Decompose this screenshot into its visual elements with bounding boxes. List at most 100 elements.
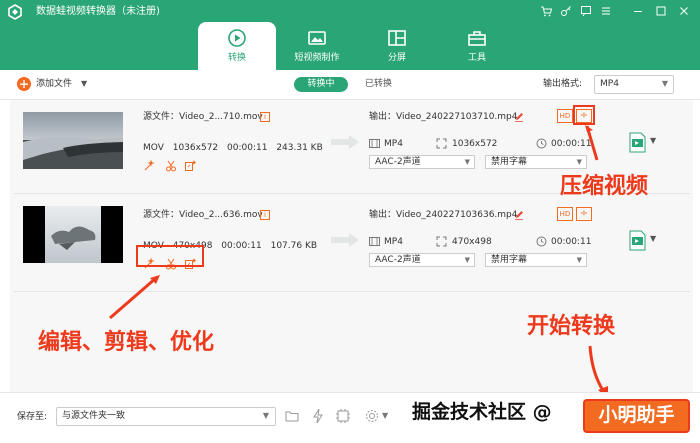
clock-icon <box>536 138 547 149</box>
scissors-icon[interactable] <box>165 160 177 172</box>
tab-short-video[interactable]: 短视频制作 <box>278 22 356 70</box>
converting-tab[interactable]: 转换中 <box>294 77 348 92</box>
chevron-down-icon: ▼ <box>661 79 668 88</box>
tab-split-screen[interactable]: 分屏 <box>358 22 436 70</box>
resolution-icon <box>436 236 447 247</box>
convert-arrow-icon <box>331 135 359 149</box>
mp4-format-icon[interactable] <box>629 230 646 251</box>
compress-icon[interactable]: ÷ <box>576 207 592 221</box>
info-icon[interactable]: i <box>260 112 270 122</box>
maximize-icon[interactable] <box>653 3 669 19</box>
info-icon[interactable]: i <box>260 210 270 220</box>
source-duration: 00:00:11 <box>227 143 268 153</box>
source-size: 107.76 KB <box>270 241 318 251</box>
source-meta: MOV 1036x572 00:00:11 243.31 KB <box>143 142 329 154</box>
app-title: 数据蛙视频转换器（未注册) <box>36 6 160 17</box>
source-size: 243.31 KB <box>276 143 323 153</box>
output-format-value: MP4 <box>600 79 619 89</box>
app-logo-icon <box>8 4 22 20</box>
watermark-text: 掘金技术社区 @ <box>412 401 552 423</box>
video-thumbnail[interactable] <box>23 112 123 169</box>
minimize-icon[interactable] <box>630 3 646 19</box>
compress-highlight-box <box>573 105 595 125</box>
close-icon[interactable] <box>676 3 692 19</box>
source-resolution: 1036x572 <box>172 143 219 153</box>
start-convert-button[interactable]: 小明助手 <box>583 399 690 433</box>
rename-pen-icon[interactable] <box>514 111 524 122</box>
tab-convert[interactable]: 转换 <box>198 22 276 70</box>
short-video-icon <box>308 31 326 45</box>
edit-annotation: 编辑、剪辑、优化 <box>38 330 215 355</box>
folder-icon[interactable] <box>284 408 300 424</box>
thumbnail-image <box>45 206 101 263</box>
subtitle-value: 禁用字幕 <box>491 157 528 167</box>
video-thumbnail[interactable] <box>23 206 123 263</box>
convert-arrow-icon <box>331 233 359 247</box>
mp4-format-icon[interactable] <box>629 132 646 153</box>
output-format: MP4 <box>384 237 403 247</box>
source-file-name: 源文件：Video_2...710.mov <box>143 112 263 122</box>
clock-icon <box>536 236 547 247</box>
hardware-acceleration-icon[interactable] <box>310 408 326 424</box>
convert-icon <box>228 29 246 47</box>
toolbox-icon <box>468 31 486 46</box>
tab-convert-label: 转换 <box>227 53 246 63</box>
chevron-down-icon: ▼ <box>576 256 582 264</box>
gpu-icon[interactable] <box>335 408 351 424</box>
converted-tab[interactable]: 已转换 <box>365 77 392 92</box>
tab-split-screen-label: 分屏 <box>387 53 406 63</box>
audio-select[interactable]: AAC-2声道 ▼ <box>369 155 475 169</box>
settings-icon[interactable] <box>364 408 380 424</box>
rename-pen-icon[interactable] <box>514 209 524 220</box>
format-dropdown-icon[interactable]: ▼ <box>650 234 656 243</box>
resolution-icon <box>436 138 447 149</box>
subtitle-select[interactable]: 禁用字幕 ▼ <box>485 155 587 169</box>
source-file-name: 源文件：Video_2...636.mov <box>143 210 263 220</box>
audio-value: AAC-2声道 <box>375 157 421 167</box>
audio-select[interactable]: AAC-2声道 ▼ <box>369 253 475 267</box>
enhance-icon[interactable] <box>184 160 196 172</box>
save-path-select[interactable]: 与源文件夹一致 ▼ <box>56 407 276 426</box>
split-screen-icon <box>388 30 406 46</box>
output-file-name: 输出：Video_240227103636.mp4 <box>369 210 518 220</box>
save-to-label: 保存至: <box>17 412 48 422</box>
tab-tools-label: 工具 <box>467 53 486 63</box>
output-duration: 00:00:11 <box>551 237 592 247</box>
hd-settings-icon[interactable]: HD <box>557 207 573 221</box>
audio-value: AAC-2声道 <box>375 255 421 265</box>
source-duration: 00:00:11 <box>221 241 262 251</box>
menu-icon[interactable] <box>598 3 614 19</box>
magic-wand-icon[interactable] <box>143 160 155 172</box>
format-icon <box>369 237 380 246</box>
edit-arrow-icon <box>109 275 160 320</box>
start-annotation: 开始转换 <box>527 314 616 339</box>
hd-settings-icon[interactable]: HD <box>557 109 573 123</box>
save-path-value: 与源文件夹一致 <box>62 411 126 421</box>
chevron-down-icon: ▼ <box>464 256 470 264</box>
chevron-down-icon: ▼ <box>262 411 269 420</box>
source-format: MOV <box>143 143 164 153</box>
feedback-icon[interactable] <box>578 3 594 19</box>
format-icon <box>369 139 380 148</box>
subtitle-select[interactable]: 禁用字幕 ▼ <box>485 253 587 267</box>
settings-dropdown-icon[interactable]: ▼ <box>382 411 388 420</box>
compress-annotation: 压缩视频 <box>560 174 649 199</box>
output-format: MP4 <box>384 139 403 149</box>
output-format-label: 输出格式: <box>543 79 583 89</box>
format-dropdown-icon[interactable]: ▼ <box>650 136 656 145</box>
main-tabs: 转换 短视频制作 分屏 工具 <box>198 22 518 70</box>
output-resolution: 1036x572 <box>452 139 498 149</box>
tab-tools[interactable]: 工具 <box>438 22 516 70</box>
output-format-select[interactable]: MP4 ▼ <box>594 75 674 94</box>
add-file-button[interactable]: 添加文件 <box>36 77 72 91</box>
add-file-icon[interactable]: + <box>17 77 31 91</box>
subtitle-value: 禁用字幕 <box>491 255 528 265</box>
chevron-down-icon: ▼ <box>576 158 582 166</box>
thumbnail-image <box>23 112 123 169</box>
title-bar: 数据蛙视频转换器（未注册) 转换 短视频制作 分屏 工具 <box>0 0 700 70</box>
key-icon[interactable] <box>558 3 574 19</box>
chevron-down-icon: ▼ <box>464 158 470 166</box>
cart-icon[interactable] <box>538 3 554 19</box>
tab-short-video-label: 短视频制作 <box>294 53 340 63</box>
add-file-dropdown-icon[interactable]: ▼ <box>81 77 87 91</box>
